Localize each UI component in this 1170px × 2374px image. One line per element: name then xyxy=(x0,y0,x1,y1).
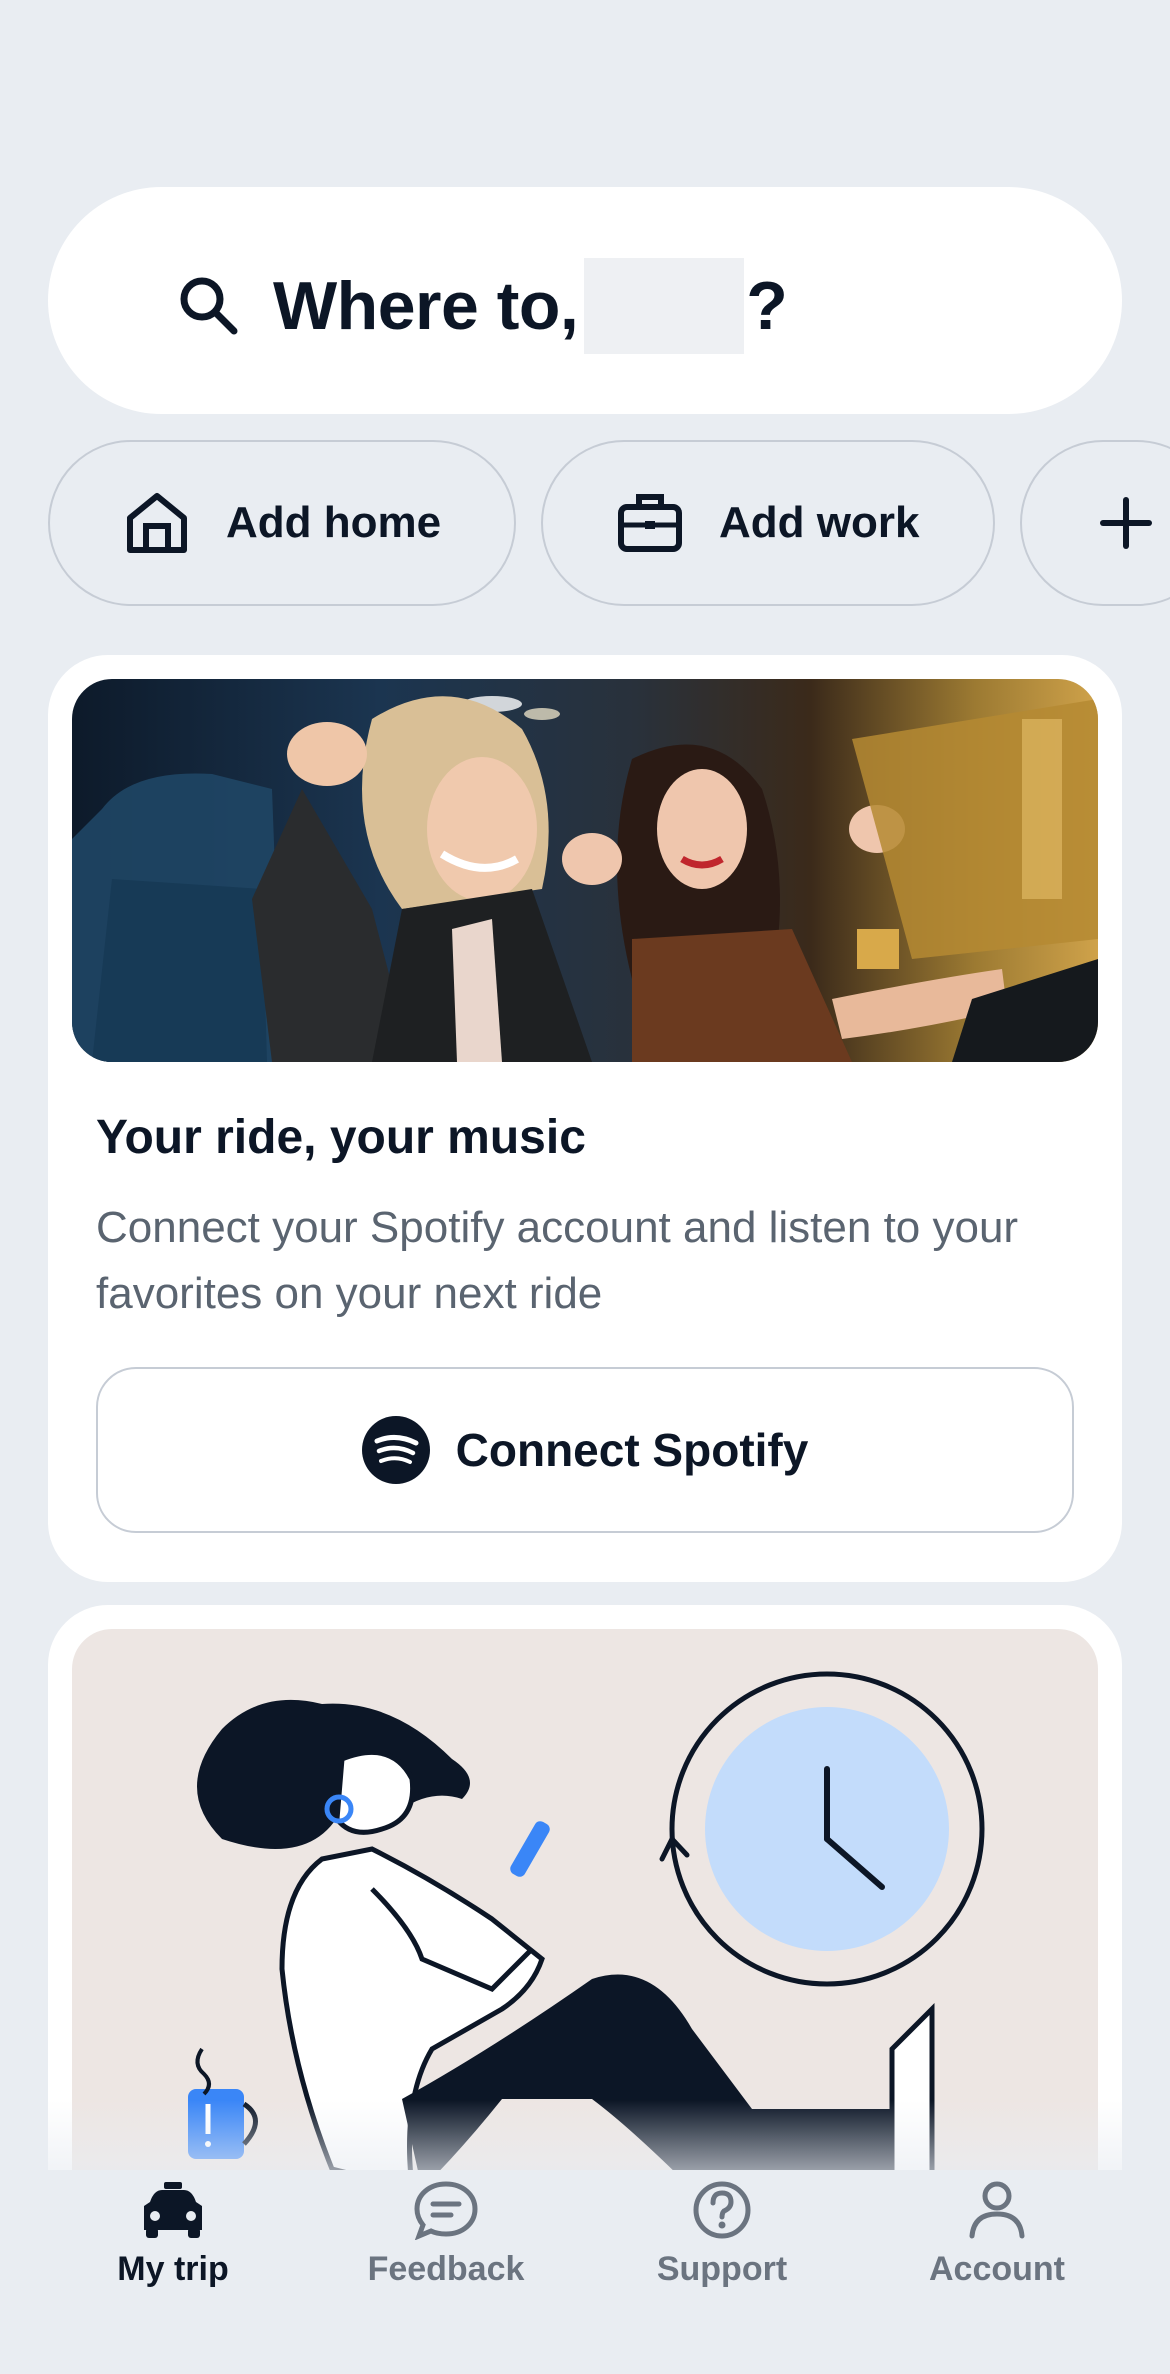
chat-bubble-icon xyxy=(414,2181,478,2240)
add-work-label: Add work xyxy=(719,498,920,547)
search-prompt-text: Where to, xyxy=(273,268,579,344)
redacted-user-name xyxy=(584,258,745,354)
bottom-tab-bar: My trip Feedback Support Account xyxy=(0,2170,1170,2374)
add-home-label: Add home xyxy=(226,498,442,547)
connect-spotify-label: Connect Spotify xyxy=(455,1424,809,1476)
tab-feedback-label: Feedback xyxy=(367,2250,525,2288)
briefcase-icon xyxy=(618,494,682,552)
add-work-chip[interactable]: Add work xyxy=(541,440,995,606)
tab-my-trip-label: My trip xyxy=(117,2250,229,2288)
spotify-promo-card: Your ride, your music Connect your Spoti… xyxy=(48,655,1122,1582)
tab-support-label: Support xyxy=(656,2250,788,2288)
tab-account-label: Account xyxy=(929,2250,1065,2288)
promo-photo xyxy=(72,679,1098,1062)
car-icon xyxy=(144,2182,202,2238)
plus-icon xyxy=(1100,497,1152,549)
search-prompt[interactable]: Where to, ? xyxy=(273,258,788,354)
question-circle-icon xyxy=(693,2181,751,2239)
two-women-in-car-photo xyxy=(72,696,1098,1062)
search-icon xyxy=(180,277,238,335)
promo-description: Connect your Spotify account and listen … xyxy=(96,1203,1019,1318)
spotify-icon xyxy=(361,1416,430,1484)
promo-title: Your ride, your music xyxy=(96,1111,586,1164)
tab-my-trip[interactable]: My trip xyxy=(63,2180,283,2289)
search-prompt-suffix: ? xyxy=(746,268,788,344)
tab-support[interactable]: Support xyxy=(612,2180,832,2289)
add-place-chip[interactable] xyxy=(1020,440,1170,606)
person-icon xyxy=(969,2181,1025,2239)
tab-account[interactable]: Account xyxy=(887,2180,1107,2289)
tab-feedback[interactable]: Feedback xyxy=(336,2180,556,2289)
connect-spotify-button[interactable]: Connect Spotify xyxy=(96,1367,1074,1533)
add-home-chip[interactable]: Add home xyxy=(48,440,516,606)
home-icon xyxy=(127,493,187,553)
